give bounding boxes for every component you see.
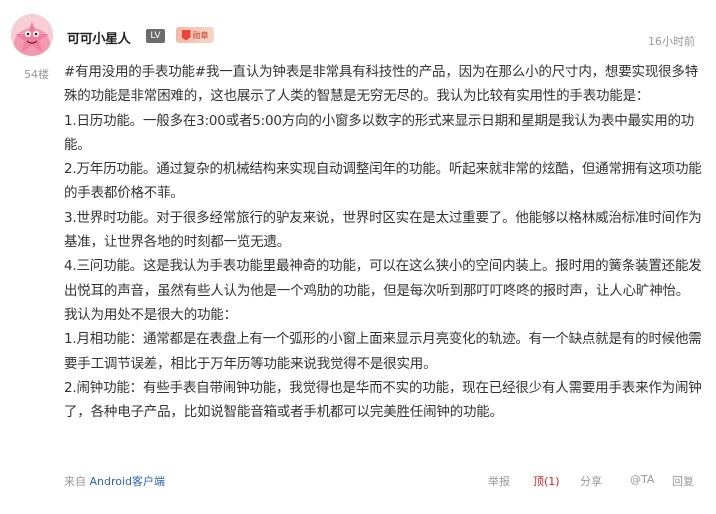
floor-number: 54楼 — [24, 68, 49, 81]
level-badge: LV — [146, 29, 165, 43]
avatar[interactable] — [11, 14, 53, 56]
report-button[interactable]: 举报 — [488, 473, 510, 489]
post-paragraph: 2.闹钟功能：有些手表自带闹钟功能，我觉得也是华而不实的功能，现在已经很少有人需… — [64, 379, 702, 421]
post-paragraph: 4.三问功能。这是我认为手表功能里最神奇的功能，可以在这么狭小的空间内装上。报时… — [64, 258, 702, 299]
post-paragraph: #有用没用的手表功能#我一直认为钟表是非常具有科技性的产品，因为在那么小的尺寸内… — [64, 64, 699, 105]
medal-icon — [181, 29, 191, 41]
reply-button[interactable]: 回复 — [672, 473, 694, 489]
client-prefix: 来自 — [64, 475, 86, 488]
post-paragraph: 我认为用处不是很大的功能： — [64, 306, 237, 323]
post-paragraph: 3.世界时功能。对于很多经常旅行的驴友来说，世界时区实在是太过重要了。他能够以格… — [64, 209, 702, 251]
post-paragraph: 2.万年历功能。通过复杂的机械结构来实现自动调整闰年的功能。听起来就非常的炫酷，… — [64, 161, 702, 202]
post-content: #有用没用的手表功能#我一直认为钟表是非常具有科技性的产品，因为在那么小的尺寸内… — [64, 60, 704, 424]
author-name[interactable]: 可可小星人 — [67, 28, 131, 47]
like-button[interactable]: 顶(1) — [533, 473, 560, 489]
client-name-link[interactable]: Android客户端 — [90, 475, 166, 488]
post-paragraph: 1.日历功能。一般多在3:00或者5:00方向的小窗多以数字的形式来显示日期和星… — [64, 112, 695, 153]
share-button[interactable]: 分享 — [580, 473, 602, 489]
at-ta-button[interactable]: @TA — [630, 473, 654, 486]
medal-text: 勋章 — [192, 30, 209, 40]
post-footer: 来自 Android客户端 举报 顶(1) 分享 @TA 回复 — [64, 470, 696, 490]
post-paragraph: 1.月相功能：通常都是在表盘上有一个弧形的小窗上面来显示月亮变化的轨迹。有一个缺… — [64, 331, 702, 372]
client-source: 来自 Android客户端 — [64, 473, 165, 489]
post-time: 16小时前 — [648, 35, 695, 48]
medal-badge: 勋章 — [176, 27, 214, 43]
